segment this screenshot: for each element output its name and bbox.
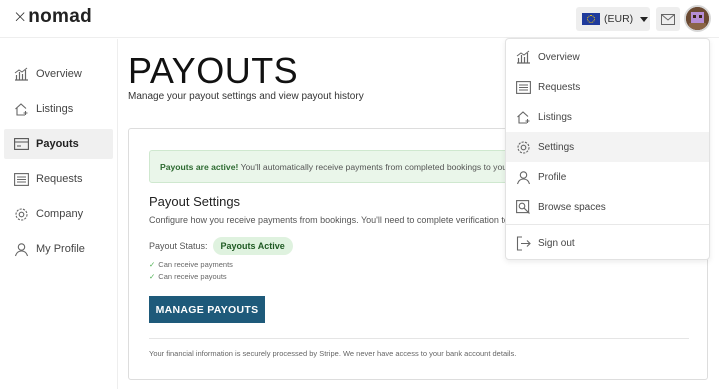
sidebar-item-payouts[interactable]: Payouts: [4, 129, 113, 159]
status-label: Payout Status:: [149, 241, 208, 251]
currency-selector[interactable]: (EUR): [576, 7, 650, 31]
notice-strong: Payouts are active!: [160, 162, 239, 172]
mail-button[interactable]: [656, 7, 680, 31]
sidebar-item-listings[interactable]: Listings: [4, 94, 113, 124]
check-label: Can receive payouts: [158, 272, 227, 281]
checkmark-icon: ✓: [149, 272, 156, 281]
check-item: ✓ Can receive payments: [149, 260, 233, 269]
house-plus-icon: [13, 101, 29, 117]
check-item: ✓ Can receive payouts: [149, 272, 227, 281]
sidebar: Overview Listings Payouts Requests Compa…: [0, 39, 118, 389]
page-subtitle: Manage your payout settings and view pay…: [128, 91, 364, 102]
menu-item-label: Browse spaces: [538, 201, 606, 213]
menu-item-overview[interactable]: Overview: [506, 42, 709, 72]
gear-icon: [515, 139, 531, 155]
page-title: PAYOUTS: [128, 50, 299, 91]
avatar[interactable]: [684, 5, 711, 32]
menu-item-label: Settings: [538, 141, 575, 153]
menu-item-label: Sign out: [538, 237, 575, 249]
sidebar-item-company[interactable]: Company: [4, 199, 113, 229]
logo-mark: ×: [13, 7, 28, 27]
menu-item-requests[interactable]: Requests: [506, 72, 709, 102]
menu-item-profile[interactable]: Profile: [506, 162, 709, 192]
menu-item-sign-out[interactable]: Sign out: [506, 228, 709, 258]
person-icon: [515, 169, 531, 185]
sidebar-item-label: My Profile: [36, 243, 85, 255]
sign-out-icon: [515, 235, 531, 251]
menu-item-label: Profile: [538, 171, 567, 183]
caret-down-icon: [640, 16, 649, 22]
menu-item-label: Requests: [538, 81, 581, 93]
logo-word: nomad: [28, 6, 93, 27]
check-label: Can receive payments: [158, 260, 233, 269]
sidebar-item-label: Company: [36, 208, 84, 220]
search-icon: [515, 199, 531, 215]
security-footnote: Your financial information is securely p…: [149, 349, 517, 358]
settings-title: Payout Settings: [149, 194, 241, 209]
divider: [149, 338, 689, 339]
sidebar-item-label: Listings: [36, 103, 74, 115]
sidebar-item-my-profile[interactable]: My Profile: [4, 234, 113, 264]
menu-item-label: Listings: [538, 111, 572, 123]
currency-label: (EUR): [604, 13, 634, 25]
gear-icon: [13, 206, 29, 222]
sidebar-item-label: Payouts: [36, 138, 79, 150]
payout-status-row: Payout Status: Payouts Active: [149, 237, 293, 255]
status-badge: Payouts Active: [212, 237, 293, 255]
house-plus-icon: [515, 109, 531, 125]
avatar-image: [686, 7, 709, 30]
sidebar-item-requests[interactable]: Requests: [4, 164, 113, 194]
eu-flag-icon: [582, 13, 600, 25]
menu-item-listings[interactable]: Listings: [506, 102, 709, 132]
sidebar-item-label: Overview: [36, 68, 82, 80]
nomad-logo[interactable]: × nomad: [13, 6, 92, 28]
list-icon: [515, 79, 531, 95]
checkmark-icon: ✓: [149, 260, 156, 269]
menu-divider: [506, 224, 709, 225]
sidebar-item-label: Requests: [36, 173, 83, 185]
manage-payouts-button[interactable]: MANAGE PAYOUTS: [149, 296, 265, 323]
menu-item-settings[interactable]: Settings: [506, 132, 709, 162]
chart-icon: [515, 49, 531, 65]
sidebar-item-overview[interactable]: Overview: [4, 59, 113, 89]
menu-item-label: Overview: [538, 51, 580, 63]
mail-icon: [661, 13, 675, 25]
user-dropdown-menu: Overview Requests Listings Settings Prof…: [505, 38, 710, 260]
person-icon: [13, 241, 29, 257]
menu-item-browse-spaces[interactable]: Browse spaces: [506, 192, 709, 222]
list-icon: [13, 171, 29, 187]
chart-icon: [13, 66, 29, 82]
top-header: × nomad (EUR): [0, 0, 719, 38]
card-icon: [13, 136, 29, 152]
